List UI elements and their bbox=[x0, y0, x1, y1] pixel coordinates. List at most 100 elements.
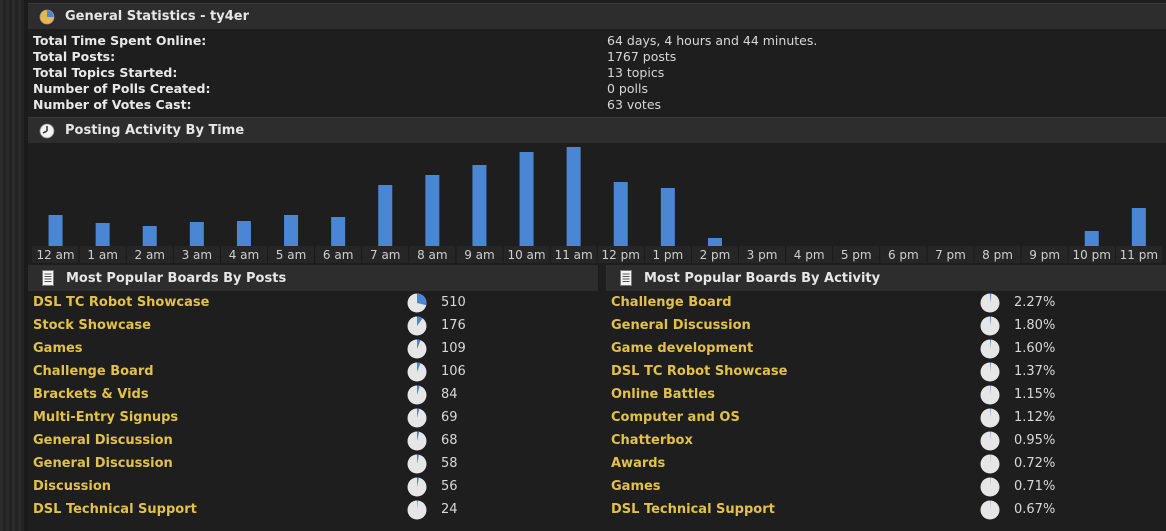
chart-bar[interactable] bbox=[519, 152, 534, 246]
board-value: 1.15% bbox=[1014, 387, 1056, 402]
board-link[interactable]: General Discussion bbox=[33, 429, 173, 452]
chart-bar[interactable] bbox=[472, 165, 487, 246]
chart-bar[interactable] bbox=[284, 215, 299, 246]
chart-bar[interactable] bbox=[189, 222, 204, 246]
share-pie-icon bbox=[980, 477, 1000, 497]
chart-tick-label: 12 pm bbox=[602, 248, 640, 262]
board-value: 109 bbox=[441, 341, 466, 356]
share-pie-icon bbox=[407, 477, 427, 497]
chart-tick-label: 12 am bbox=[36, 248, 74, 262]
boards-by-activity-header: Most Popular Boards By Activity bbox=[606, 265, 1166, 291]
chart-tick-label: 11 am bbox=[555, 248, 593, 262]
board-value: 56 bbox=[441, 479, 458, 494]
chart-bar[interactable] bbox=[1131, 208, 1146, 246]
board-link[interactable]: Computer and OS bbox=[611, 406, 740, 429]
chart-bar[interactable] bbox=[142, 226, 157, 246]
chart-tick-label: 10 pm bbox=[1073, 248, 1111, 262]
boards-by-posts-title: Most Popular Boards By Posts bbox=[66, 270, 287, 286]
stat-value: 0 polls bbox=[607, 81, 648, 96]
share-pie-icon bbox=[980, 316, 1000, 336]
board-value: 24 bbox=[441, 502, 458, 517]
board-link[interactable]: General Discussion bbox=[33, 452, 173, 475]
board-row: Stock Showcase 176 bbox=[33, 314, 521, 337]
chart-bar[interactable] bbox=[236, 221, 251, 246]
chart-tick-label: 11 pm bbox=[1120, 248, 1158, 262]
stat-value: 63 votes bbox=[607, 97, 662, 112]
board-row: Discussion 56 bbox=[33, 475, 521, 498]
board-link[interactable]: Challenge Board bbox=[33, 360, 154, 383]
board-row: Multi-Entry Signups 69 bbox=[33, 406, 521, 429]
board-value: 69 bbox=[441, 410, 458, 425]
board-link[interactable]: Games bbox=[33, 337, 83, 360]
chart-tick-label: 9 pm bbox=[1029, 248, 1060, 262]
board-value: 0.67% bbox=[1014, 502, 1056, 517]
chart-tick-label: 7 pm bbox=[935, 248, 966, 262]
board-link[interactable]: Game development bbox=[611, 337, 753, 360]
board-value: 0.95% bbox=[1014, 433, 1056, 448]
board-link[interactable]: Games bbox=[611, 475, 661, 498]
board-link[interactable]: Challenge Board bbox=[611, 291, 732, 314]
board-link[interactable]: DSL TC Robot Showcase bbox=[611, 360, 787, 383]
stat-row: Total Time Spent Online: 64 days, 4 hour… bbox=[33, 33, 1133, 49]
stat-value: 64 days, 4 hours and 44 minutes. bbox=[607, 33, 818, 48]
board-link[interactable]: DSL TC Robot Showcase bbox=[33, 291, 209, 314]
pie-chart-icon bbox=[39, 9, 55, 24]
chart-bar[interactable] bbox=[613, 182, 628, 246]
board-row: Awards 0.72% bbox=[611, 452, 1094, 475]
board-link[interactable]: Multi-Entry Signups bbox=[33, 406, 178, 429]
stat-label: Total Posts: bbox=[33, 49, 116, 64]
board-link[interactable]: DSL Technical Support bbox=[611, 498, 775, 521]
chart-bar[interactable] bbox=[660, 188, 675, 246]
board-value: 1.12% bbox=[1014, 410, 1056, 425]
chart-tick-label: 5 am bbox=[276, 248, 307, 262]
share-pie-icon bbox=[407, 339, 427, 359]
share-pie-icon bbox=[980, 454, 1000, 474]
chart-tick-label: 2 am bbox=[135, 248, 166, 262]
board-link[interactable]: DSL Technical Support bbox=[33, 498, 197, 521]
stat-value: 1767 posts bbox=[607, 49, 677, 64]
chart-tick-label: 1 pm bbox=[652, 248, 683, 262]
share-pie-icon bbox=[407, 316, 427, 336]
share-pie-icon bbox=[980, 339, 1000, 359]
share-pie-icon bbox=[980, 385, 1000, 405]
board-link[interactable]: Awards bbox=[611, 452, 665, 475]
board-link[interactable]: Online Battles bbox=[611, 383, 715, 406]
board-link[interactable]: Brackets & Vids bbox=[33, 383, 149, 406]
board-value: 106 bbox=[441, 364, 466, 379]
general-statistics-list: Total Time Spent Online: 64 days, 4 hour… bbox=[33, 33, 1133, 113]
board-row: DSL TC Robot Showcase 1.37% bbox=[611, 360, 1094, 383]
chart-bar[interactable] bbox=[566, 147, 581, 246]
activity-chart-svg: 12 am 1 am 2 am 3 am 4 am 5 am 6 am 7 am 8 am 9 a… bbox=[32, 147, 1163, 263]
board-link[interactable]: General Discussion bbox=[611, 314, 751, 337]
chart-tick-label: 2 pm bbox=[700, 248, 731, 262]
page-left-rail bbox=[0, 0, 24, 531]
stat-label: Number of Votes Cast: bbox=[33, 97, 192, 112]
board-link[interactable]: Stock Showcase bbox=[33, 314, 151, 337]
board-value: 176 bbox=[441, 318, 466, 333]
chart-bar[interactable] bbox=[331, 217, 346, 246]
chart-tick-label: 8 pm bbox=[982, 248, 1013, 262]
boards-by-activity-title: Most Popular Boards By Activity bbox=[644, 270, 881, 286]
share-pie-icon bbox=[980, 362, 1000, 382]
stat-value: 13 topics bbox=[607, 65, 665, 80]
document-icon bbox=[42, 270, 54, 286]
share-pie-icon bbox=[407, 362, 427, 382]
chart-bar[interactable] bbox=[707, 238, 722, 246]
chart-bar[interactable] bbox=[95, 223, 110, 246]
stat-row: Number of Polls Created: 0 polls bbox=[33, 81, 1133, 97]
board-row: Challenge Board 2.27% bbox=[611, 291, 1094, 314]
chart-bar[interactable] bbox=[425, 175, 440, 246]
board-row: General Discussion 1.80% bbox=[611, 314, 1094, 337]
board-row: Games 0.71% bbox=[611, 475, 1094, 498]
chart-bar[interactable] bbox=[1084, 231, 1099, 246]
chart-bar[interactable] bbox=[48, 215, 63, 246]
board-link[interactable]: Discussion bbox=[33, 475, 111, 498]
chart-bar[interactable] bbox=[378, 185, 393, 246]
posting-activity-title: Posting Activity By Time bbox=[65, 123, 245, 138]
share-pie-icon bbox=[980, 293, 1000, 313]
chart-tick-label: 10 am bbox=[507, 248, 545, 262]
chart-tick-label: 3 pm bbox=[747, 248, 778, 262]
board-row: Game development 1.60% bbox=[611, 337, 1094, 360]
board-link[interactable]: Chatterbox bbox=[611, 429, 693, 452]
board-value: 1.37% bbox=[1014, 364, 1056, 379]
